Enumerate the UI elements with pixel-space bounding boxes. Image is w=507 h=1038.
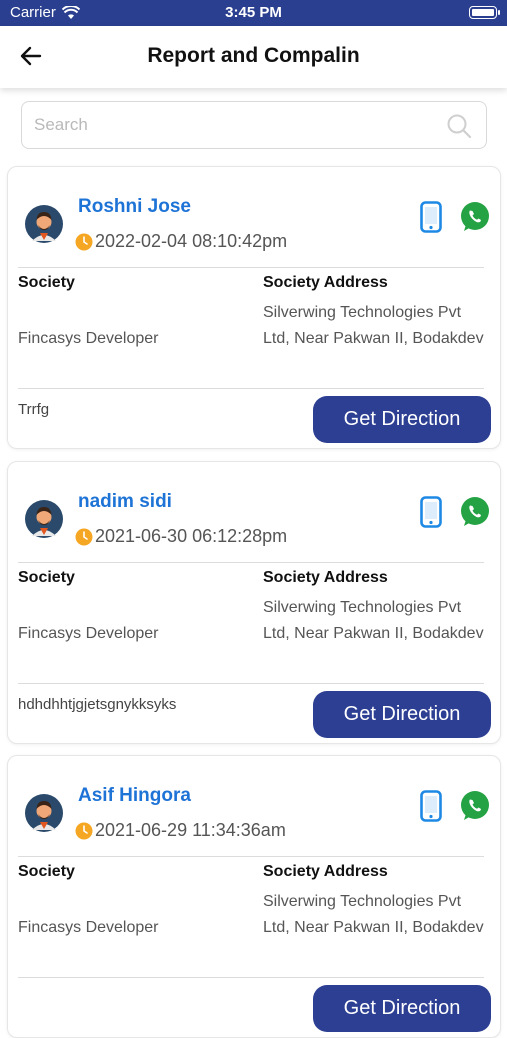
society-label: Society: [18, 863, 75, 880]
society-value: Fincasys Developer: [18, 625, 159, 642]
society-address-label: Society Address: [263, 569, 388, 586]
divider: [18, 562, 484, 563]
app-header: Report and Compalin: [0, 26, 507, 88]
reporter-name: Asif Hingora: [78, 785, 191, 806]
society-address-value: Silverwing Technologies Pvt Ltd, Near Pa…: [263, 304, 484, 347]
divider: [18, 977, 484, 978]
clock-icon: [75, 233, 93, 251]
report-datetime: 2022-02-04 08:10:42pm: [95, 231, 288, 251]
report-card: Roshni Jose 2022-02-04 08:10:42pm Societ…: [7, 166, 501, 449]
society-label: Society: [18, 569, 75, 586]
society-address-value: Silverwing Technologies Pvt Ltd, Near Pa…: [263, 893, 484, 936]
society-address-label: Society Address: [263, 863, 388, 880]
search-icon[interactable]: [446, 113, 472, 139]
get-direction-button[interactable]: Get Direction: [313, 396, 491, 443]
get-direction-button[interactable]: Get Direction: [313, 691, 491, 738]
search-input[interactable]: [34, 112, 434, 138]
report-datetime: 2021-06-30 06:12:28pm: [95, 526, 288, 546]
clock-icon: [75, 528, 93, 546]
whatsapp-icon[interactable]: [459, 496, 491, 528]
divider: [18, 683, 484, 684]
society-address-label: Society Address: [263, 274, 388, 291]
whatsapp-icon[interactable]: [459, 201, 491, 233]
reporter-name: nadim sidi: [78, 491, 172, 512]
clock-icon: [75, 822, 93, 840]
report-datetime: 2021-06-29 11:34:36am: [95, 820, 286, 840]
mobile-phone-icon[interactable]: [420, 790, 442, 822]
status-bar: Carrier 3:45 PM: [0, 0, 507, 26]
report-card: Asif Hingora 2021-06-29 11:34:36am Socie…: [7, 755, 501, 1038]
reporter-name: Roshni Jose: [78, 196, 191, 217]
mobile-phone-icon[interactable]: [420, 201, 442, 233]
mobile-phone-icon[interactable]: [420, 496, 442, 528]
society-address-value: Silverwing Technologies Pvt Ltd, Near Pa…: [263, 599, 484, 642]
status-time: 3:45 PM: [225, 4, 282, 21]
get-direction-button[interactable]: Get Direction: [313, 985, 491, 1032]
avatar: [25, 205, 63, 243]
search-bar: [21, 101, 487, 149]
society-label: Society: [18, 274, 75, 291]
whatsapp-icon[interactable]: [459, 790, 491, 822]
society-value: Fincasys Developer: [18, 919, 159, 936]
report-description: Trrfg: [18, 401, 50, 418]
avatar: [25, 794, 63, 832]
society-value: Fincasys Developer: [18, 330, 159, 347]
divider: [18, 856, 484, 857]
report-card: nadim sidi 2021-06-30 06:12:28pm Society…: [7, 461, 501, 744]
avatar: [25, 500, 63, 538]
battery-icon: [469, 6, 500, 19]
page-title: Report and Compalin: [147, 44, 360, 67]
divider: [18, 388, 484, 389]
divider: [18, 267, 484, 268]
report-description: hdhdhhtjgjetsgnykksyks: [18, 696, 177, 713]
